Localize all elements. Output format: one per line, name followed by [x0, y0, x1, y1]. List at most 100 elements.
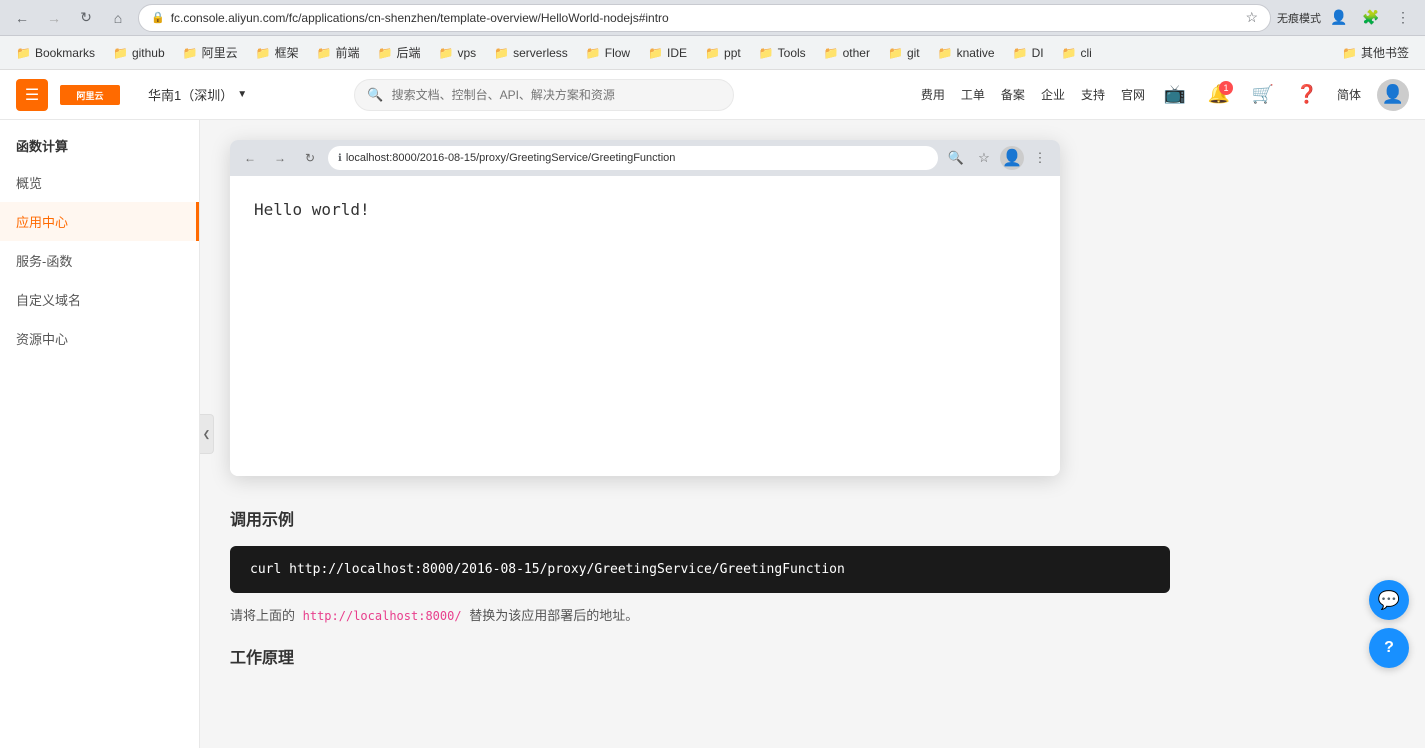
account-icon[interactable]: 👤 — [1325, 4, 1353, 32]
reload-button[interactable]: ↻ — [72, 4, 100, 32]
how-it-works-title: 工作原理 — [230, 644, 1395, 668]
mockup-forward-button[interactable]: → — [268, 146, 292, 170]
folder-icon: 📁 — [1062, 46, 1077, 60]
nav-gongdan[interactable]: 工单 — [961, 86, 985, 103]
bookmark-git[interactable]: 📁 git — [880, 42, 928, 64]
forward-button[interactable]: → — [40, 4, 68, 32]
bookmark-label: 阿里云 — [202, 44, 238, 61]
bookmark-frontend[interactable]: 📁 前端 — [309, 40, 368, 65]
help-float-button[interactable]: ? — [1369, 628, 1409, 668]
chat-button[interactable]: 💬 — [1369, 580, 1409, 620]
folder-icon: 📁 — [888, 46, 903, 60]
bookmark-tools[interactable]: 📁 Tools — [751, 42, 814, 64]
folder-icon: 📁 — [648, 46, 663, 60]
sidebar-item-functions[interactable]: 服务-函数 — [0, 241, 199, 280]
folder-icon: 📁 — [938, 46, 953, 60]
bookmark-other[interactable]: 📁 other — [816, 42, 878, 64]
mockup-back-button[interactable]: ← — [238, 146, 262, 170]
sidebar-item-overview[interactable]: 概览 — [0, 163, 199, 202]
bookmark-github[interactable]: 📁 github — [105, 42, 173, 64]
help-icon[interactable]: ❓ — [1293, 81, 1321, 109]
chrome-browser-bar: ← → ↻ ⌂ 🔒 fc.console.aliyun.com/fc/appli… — [0, 0, 1425, 36]
code-text: curl http://localhost:8000/2016-08-15/pr… — [250, 562, 845, 577]
menu-icon[interactable]: ⋮ — [1389, 4, 1417, 32]
bookmark-knative[interactable]: 📁 knative — [930, 42, 1003, 64]
logo-area[interactable]: 阿里云 — [60, 81, 120, 109]
cart-icon[interactable]: 🛒 — [1249, 81, 1277, 109]
bookmark-vps[interactable]: 📁 vps — [431, 42, 485, 64]
other-bookmarks-label: 其他书签 — [1361, 44, 1409, 61]
bookmark-label: vps — [457, 46, 476, 60]
url-text: fc.console.aliyun.com/fc/applications/cn… — [171, 11, 1240, 25]
content-area: 函数计算 概览 应用中心 服务-函数 自定义域名 资源中心 ❮ — [0, 120, 1425, 748]
folder-icon: 📁 — [824, 46, 839, 60]
bookmark-di[interactable]: 📁 DI — [1005, 42, 1052, 64]
sidebar-item-label: 自定义域名 — [16, 290, 81, 309]
mockup-star-icon[interactable]: ☆ — [972, 146, 996, 170]
star-icon: ☆ — [1245, 9, 1258, 26]
search-input[interactable] — [392, 88, 722, 102]
bookmark-label: git — [907, 46, 920, 60]
other-bookmarks[interactable]: 📁 其他书签 — [1334, 40, 1417, 65]
bookmark-label: other — [843, 46, 870, 60]
address-bar[interactable]: 🔒 fc.console.aliyun.com/fc/applications/… — [138, 4, 1271, 32]
nav-zhichi[interactable]: 支持 — [1081, 86, 1105, 103]
chrome-right-buttons: 无痕模式 👤 🧩 ⋮ — [1277, 4, 1417, 32]
bookmark-label: Tools — [778, 46, 806, 60]
sidebar-item-resources[interactable]: 资源中心 — [0, 319, 199, 358]
bookmark-aliyun[interactable]: 📁 阿里云 — [175, 40, 246, 65]
mockup-menu-icon[interactable]: ⋮ — [1028, 146, 1052, 170]
folder-icon: 📁 — [759, 46, 774, 60]
bookmark-backend[interactable]: 📁 后端 — [370, 40, 429, 65]
mockup-address-bar[interactable]: ℹ localhost:8000/2016-08-15/proxy/Greeti… — [328, 146, 938, 170]
sidebar-item-appcenter[interactable]: 应用中心 — [0, 202, 199, 241]
folder-icon: 📁 — [1013, 46, 1028, 60]
mockup-reload-button[interactable]: ↻ — [298, 146, 322, 170]
folder-icon: 📁 — [439, 46, 454, 60]
mockup-avatar[interactable]: 👤 — [1000, 146, 1024, 170]
tv-icon[interactable]: 📺 — [1161, 81, 1189, 109]
search-icon: 🔍 — [367, 87, 383, 103]
hamburger-button[interactable]: ☰ — [16, 79, 48, 111]
home-button[interactable]: ⌂ — [104, 4, 132, 32]
top-nav-actions: 费用 工单 备案 企业 支持 官网 📺 🔔 1 🛒 ❓ 简体 👤 — [921, 79, 1409, 111]
folder-icon: 📁 — [317, 46, 332, 60]
region-text: 华南1（深圳） — [148, 85, 233, 104]
bookmark-ppt[interactable]: 📁 ppt — [697, 42, 749, 64]
nav-jianfa[interactable]: 简体 — [1337, 86, 1361, 103]
chrome-nav-buttons: ← → ↻ ⌂ — [8, 4, 132, 32]
extensions-icon[interactable]: 🧩 — [1357, 4, 1385, 32]
nav-feiyong[interactable]: 费用 — [921, 86, 945, 103]
sidebar-item-label: 服务-函数 — [16, 251, 72, 270]
lock-icon: 🔒 — [151, 11, 165, 24]
sidebar: 函数计算 概览 应用中心 服务-函数 自定义域名 资源中心 — [0, 120, 200, 748]
mockup-toolbar: ← → ↻ ℹ localhost:8000/2016-08-15/proxy/… — [230, 140, 1060, 176]
search-bar[interactable]: 🔍 — [354, 79, 734, 111]
folder-icon: 📁 — [16, 46, 31, 60]
sidebar-item-domain[interactable]: 自定义域名 — [0, 280, 199, 319]
svg-text:阿里云: 阿里云 — [76, 91, 103, 101]
sidebar-collapse-button[interactable]: ❮ — [200, 414, 214, 454]
bookmark-label: cli — [1081, 46, 1092, 60]
bookmark-serverless[interactable]: 📁 serverless — [486, 42, 576, 64]
mockup-search-icon[interactable]: 🔍 — [944, 146, 968, 170]
bookmark-cli[interactable]: 📁 cli — [1054, 42, 1100, 64]
bookmark-flow[interactable]: 📁 Flow — [578, 42, 638, 64]
user-avatar[interactable]: 👤 — [1377, 79, 1409, 111]
folder-icon: 📁 — [378, 46, 393, 60]
nav-qiye[interactable]: 企业 — [1041, 86, 1065, 103]
notification-icon[interactable]: 🔔 1 — [1205, 81, 1233, 109]
bookmark-bookmarks[interactable]: 📁 Bookmarks — [8, 42, 103, 64]
notification-badge: 1 — [1219, 81, 1233, 95]
region-selector[interactable]: 华南1（深圳） ▼ — [140, 81, 255, 108]
bookmark-label: 后端 — [397, 44, 421, 61]
nav-guanwang[interactable]: 官网 — [1121, 86, 1145, 103]
nav-beian[interactable]: 备案 — [1001, 86, 1025, 103]
bookmark-framework[interactable]: 📁 框架 — [248, 40, 307, 65]
hello-world-output: Hello world! — [254, 200, 1036, 219]
back-button[interactable]: ← — [8, 4, 36, 32]
bookmark-ide[interactable]: 📁 IDE — [640, 42, 695, 64]
browser-mockup: ← → ↻ ℹ localhost:8000/2016-08-15/proxy/… — [230, 140, 1060, 476]
folder-icon: 📁 — [586, 46, 601, 60]
incognito-label: 无痕模式 — [1277, 10, 1321, 26]
